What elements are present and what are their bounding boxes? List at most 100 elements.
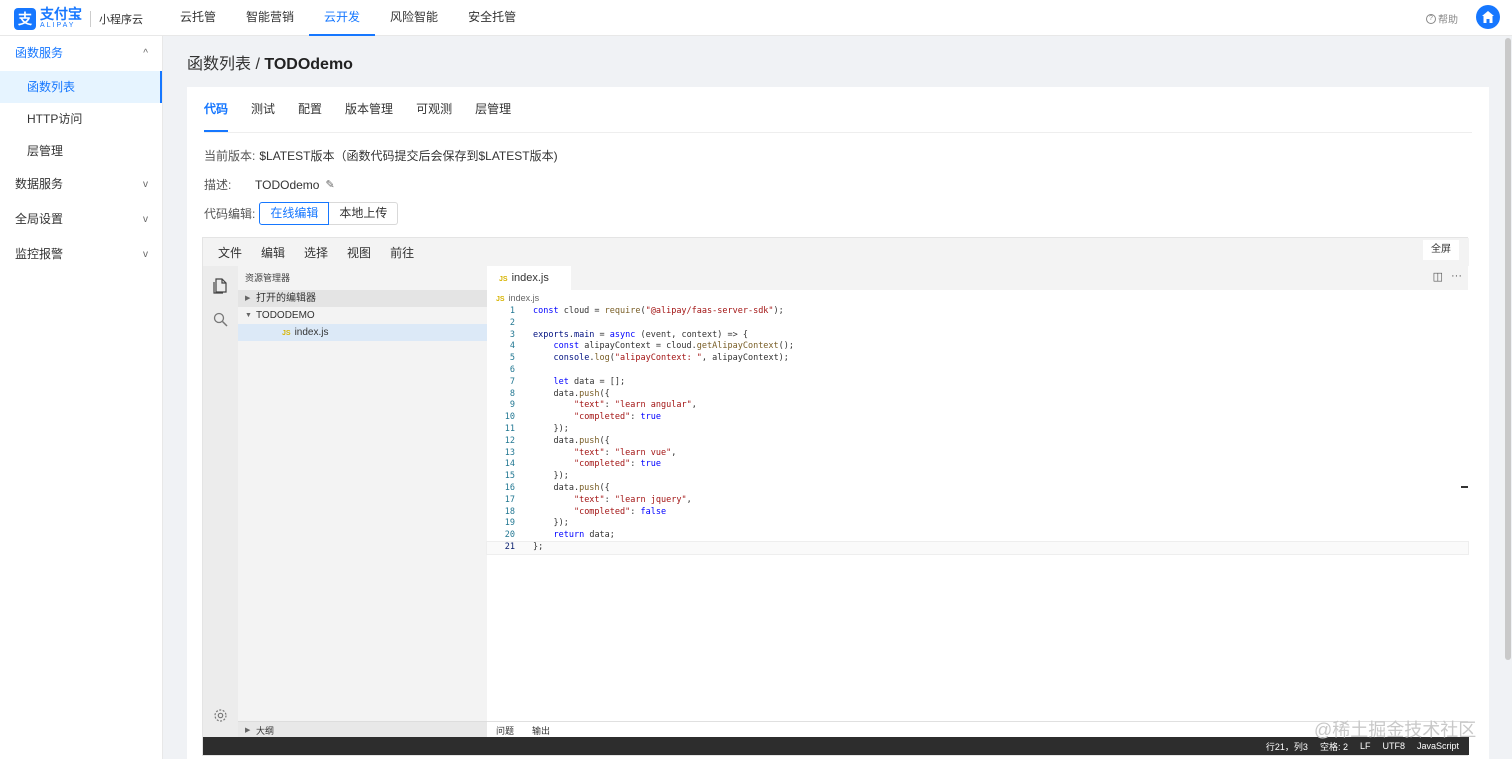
line-number: 16 [504,482,515,493]
menu-go[interactable]: 前往 [390,244,414,261]
topnav-item-active[interactable]: 云开发 [309,0,376,36]
sidebar-group-monitoring[interactable]: 监控报警 v [0,237,162,272]
project-folder[interactable]: ▼ TODODEMO [238,307,487,324]
alipay-logo[interactable]: 支 支付宝 ALIPAY 小程序云 [14,7,143,31]
edit-mode-row: 代码编辑: 在线编辑 本地上传 [204,202,399,225]
code-line[interactable]: 13 "text": "learn vue", [487,448,1468,460]
topnav-item[interactable]: 风险智能 [375,0,453,36]
js-file-icon: JS [496,296,505,303]
code-line[interactable]: 1 const cloud = require("@alipay/faas-ser… [487,306,1468,318]
tab-code[interactable]: 代码 [204,87,229,132]
line-number: 21 [504,541,515,552]
line-number: 20 [504,530,515,541]
line-text: const cloud = require("@alipay/faas-serv… [533,306,784,316]
code-line[interactable]: 6 [487,365,1468,377]
help-link[interactable]: ? 帮助 [1426,11,1458,26]
line-text: }); [533,518,569,529]
js-file-icon: JS [282,330,291,337]
status-language[interactable]: JavaScript [1417,741,1459,751]
ide-menu-bar: 文件 编辑 选择 视图 前往 全屏 [203,238,1469,266]
tab-test[interactable]: 测试 [251,87,275,132]
tab-observability[interactable]: 可观测 [416,87,452,132]
editor-breadcrumb[interactable]: JS index.js [487,290,1468,306]
line-text: "completed": true [573,459,661,470]
caret-right-icon: ▶ [245,295,251,302]
files-icon[interactable] [211,278,229,296]
local-upload-button[interactable]: 本地上传 [329,202,399,225]
tab-bar: 代码 测试 配置 版本管理 可观测 层管理 [204,87,1472,133]
sidebar-item-layer-management[interactable]: 层管理 [0,135,162,167]
settings-gear-icon[interactable] [211,708,229,726]
sidebar-group-label: 全局设置 [15,212,64,226]
panel-tab-problems[interactable]: 问题 [496,724,514,737]
code-line[interactable]: 19 }); [487,518,1468,530]
file-item-index-js[interactable]: JS index.js [238,324,487,341]
line-number: 5 [509,353,515,364]
line-number: 19 [504,518,515,529]
menu-edit[interactable]: 编辑 [261,244,285,261]
code-editor[interactable]: JS index.js ◫ ··· JS index.js 1 const cloud… [486,266,1469,739]
code-line[interactable]: 3 exports.main = async (event, context) =… [487,330,1468,342]
code-line[interactable]: 7 let data = []; [487,377,1468,389]
home-button[interactable] [1476,5,1500,29]
line-number: 8 [509,388,515,399]
activity-bar [203,266,238,739]
code-line[interactable]: 14 "completed": true [487,459,1468,471]
menu-view[interactable]: 视图 [347,244,371,261]
tab-versions[interactable]: 版本管理 [345,87,393,132]
logo-divider [90,11,91,27]
code-line[interactable]: 20 return data; [487,530,1468,542]
breadcrumb-parent[interactable]: 函数列表 / [187,56,264,73]
code-area[interactable]: 1 const cloud = require("@alipay/faas-ser… [486,306,1469,555]
code-line[interactable]: 5 console.log("alipayContext: ", alipayC… [487,353,1468,365]
chevron-down-icon: v [143,179,148,190]
code-line[interactable]: 17 "text": "learn jquery", [487,495,1468,507]
line-text: "text": "learn jquery", [573,494,692,505]
menu-file[interactable]: 文件 [218,244,242,261]
breadcrumb-file-name: index.js [508,293,540,303]
chevron-up-icon: ^ [143,48,148,59]
code-line[interactable]: 21}; [486,540,1469,555]
search-icon[interactable] [211,312,229,330]
edit-mode-toggle: 在线编辑 本地上传 [259,202,399,225]
menu-selection[interactable]: 选择 [304,244,328,261]
line-text: return data; [553,530,615,541]
tab-layers[interactable]: 层管理 [475,87,511,132]
open-editors-section[interactable]: ▶ 打开的编辑器 [238,290,487,307]
code-line[interactable]: 2 [487,318,1468,330]
topnav-item[interactable]: 安全托管 [453,0,531,36]
code-line[interactable]: 15 }); [487,471,1468,483]
topnav-item[interactable]: 云托管 [165,0,231,36]
sidebar-group-data-service[interactable]: 数据服务 v [0,167,162,202]
more-actions-icon[interactable]: ··· [1451,270,1462,283]
status-eol[interactable]: LF [1360,741,1371,751]
code-line[interactable]: 8 data.push({ [487,389,1468,401]
editor-tab-index-js[interactable]: JS index.js [487,266,571,290]
sidebar-group-global-settings[interactable]: 全局设置 v [0,202,162,237]
fullscreen-button[interactable]: 全屏 [1423,240,1459,260]
code-line[interactable]: 10 "completed": true [487,412,1468,424]
page-scrollbar[interactable] [1505,38,1511,660]
edit-pencil-icon[interactable]: ✎ [325,178,334,191]
sidebar-group-function-service[interactable]: 函数服务 ^ [0,36,162,71]
status-encoding[interactable]: UTF8 [1382,741,1405,751]
description-row: 描述: TODOdemo ✎ [204,176,335,193]
sidebar-item-http-access[interactable]: HTTP访问 [0,103,162,135]
code-line[interactable]: 16 data.push({ [487,483,1468,495]
code-line[interactable]: 18 "completed": false [487,507,1468,519]
tab-config[interactable]: 配置 [298,87,322,132]
topnav-item[interactable]: 智能营销 [231,0,309,36]
split-editor-icon[interactable]: ◫ [1433,270,1443,283]
code-line[interactable]: 9 "text": "learn angular", [487,400,1468,412]
code-line[interactable]: 11 }); [487,424,1468,436]
online-edit-button[interactable]: 在线编辑 [259,202,330,225]
outline-label: 大纲 [256,726,275,736]
caret-down-icon: ▼ [245,312,252,319]
panel-tab-output[interactable]: 输出 [532,724,550,737]
code-line[interactable]: 12 data.push({ [487,436,1468,448]
status-cursor-position[interactable]: 行21，列3 [1266,740,1308,753]
line-number: 13 [504,447,515,458]
sidebar-item-function-list[interactable]: 函数列表 [0,71,162,103]
explorer-title: 资源管理器 [245,273,291,283]
code-line[interactable]: 4 const alipayContext = cloud.getAlipayC… [487,341,1468,353]
